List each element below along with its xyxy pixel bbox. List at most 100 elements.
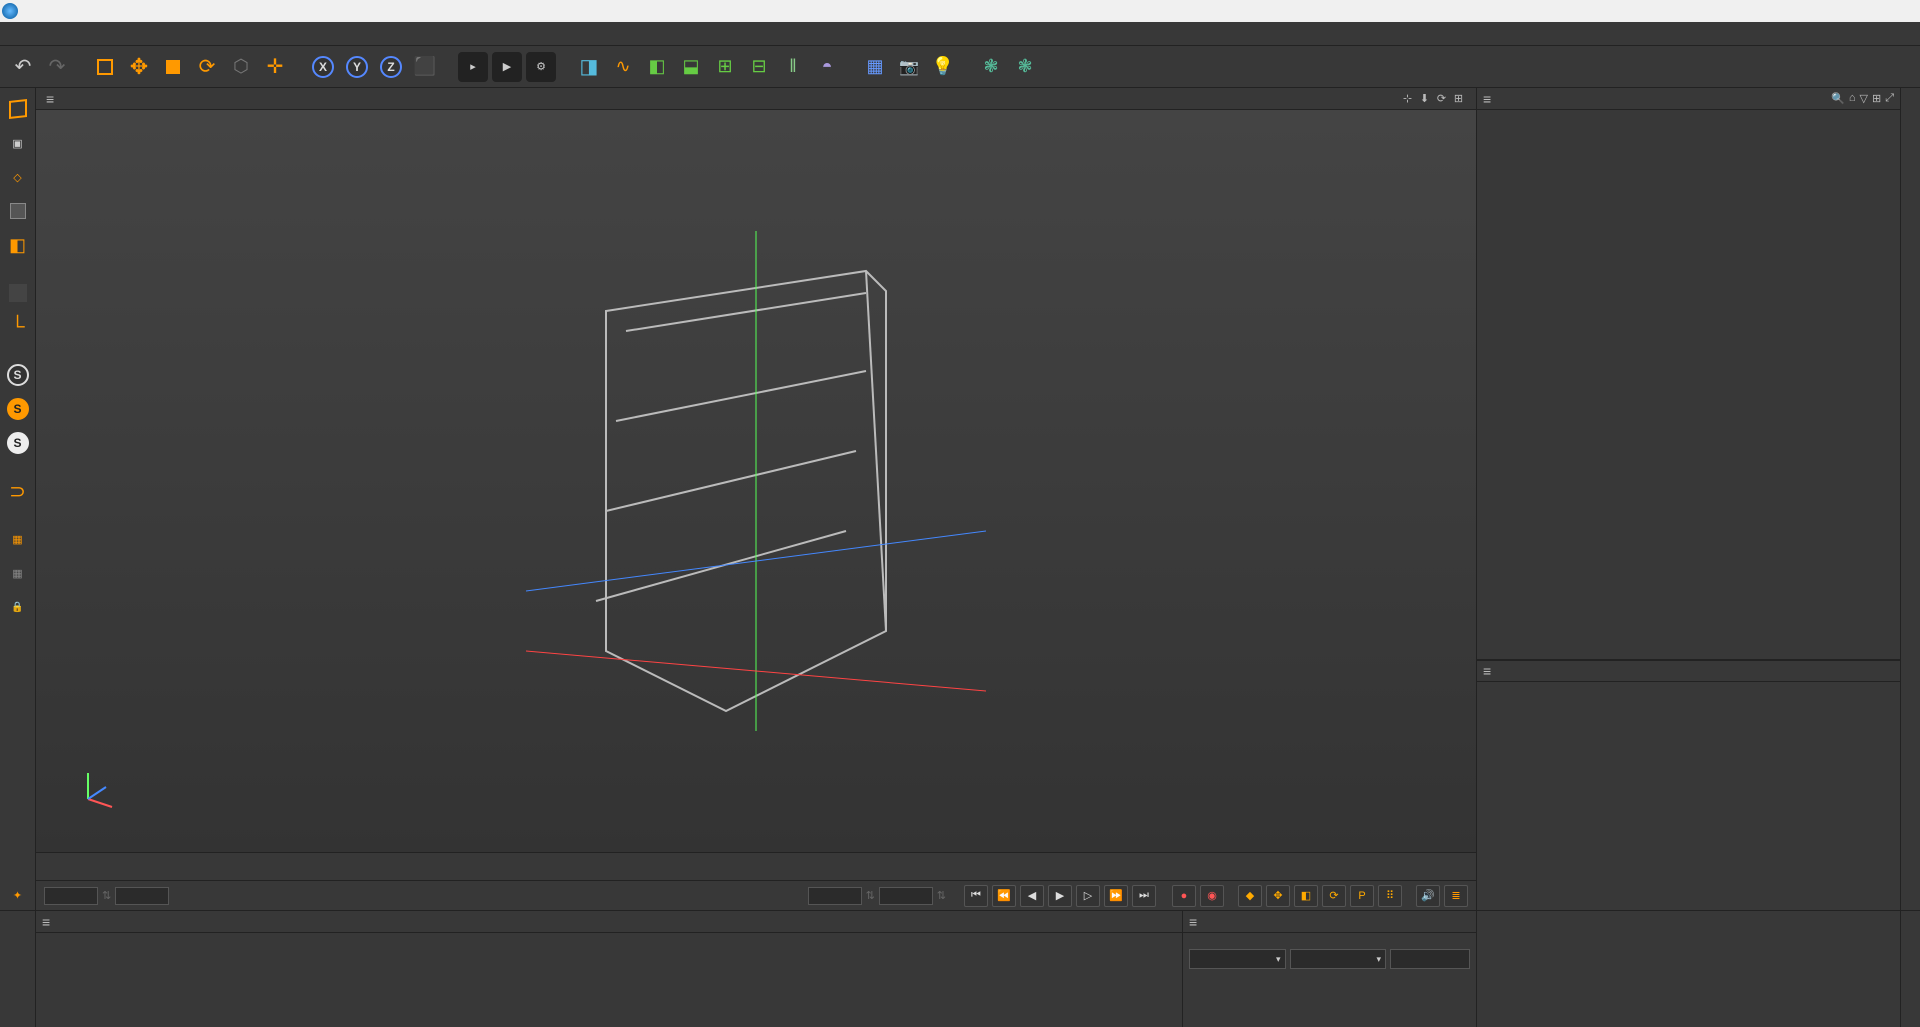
goto-end-button[interactable]: ⏭ <box>1132 885 1156 907</box>
render-settings-button[interactable]: ⚙ <box>526 52 556 82</box>
add-cube-button[interactable]: ◨ <box>574 52 604 82</box>
coord-mode-dropdown[interactable] <box>1290 949 1387 969</box>
objmgr-expand-icon[interactable]: ⤢ <box>1885 92 1894 105</box>
animation-mode-button[interactable]: ≣ <box>1444 885 1468 907</box>
redo-button[interactable]: ↷ <box>42 52 72 82</box>
frame-current-field[interactable] <box>115 887 169 905</box>
vp-btn-1[interactable]: ⊹ <box>1400 92 1415 105</box>
coord-space-dropdown[interactable] <box>1189 949 1286 969</box>
layermgr-menu-icon[interactable]: ≡ <box>1483 663 1491 679</box>
objmgr-eye-icon[interactable]: ▽ <box>1860 92 1868 105</box>
object-manager-menubar: ≡ 🔍 ⌂ ▽ ⊞ ⤢ <box>1477 88 1900 110</box>
side-tabs <box>1900 88 1920 910</box>
add-generator-button[interactable]: ◧ <box>642 52 672 82</box>
sound-button[interactable]: 🔊 <box>1416 885 1440 907</box>
main-menubar <box>0 22 1920 46</box>
prev-key-button[interactable]: ⏪ <box>992 885 1016 907</box>
add-volume-button[interactable]: ◓ <box>812 52 842 82</box>
frame-start-field[interactable] <box>44 887 98 905</box>
vp-btn-3[interactable]: ⟳ <box>1434 92 1449 105</box>
minimize-button[interactable] <box>1786 0 1830 22</box>
snap-toggle-3[interactable]: S <box>3 428 33 458</box>
vp-btn-4[interactable]: ⊞ <box>1451 92 1466 105</box>
add-light-button[interactable]: 💡 <box>928 52 958 82</box>
workplane-lock[interactable]: 🔒 <box>3 592 33 622</box>
timeline-ruler[interactable] <box>36 852 1476 880</box>
play-button[interactable]: ▶ <box>1048 885 1072 907</box>
magnet-button[interactable]: ⊃ <box>3 476 33 506</box>
transport-bar: ⇅ ⇅ ⇅ ⏮ ⏪ ◀ ▶ ▷ ⏩ ⏭ ● ◉ ◆ ✥ ◧ ⟳ P ⠿ <box>36 880 1476 910</box>
texture-mode[interactable]: ▣ <box>3 128 33 158</box>
add-mograph-button[interactable]: ⊟ <box>744 52 774 82</box>
point-mode[interactable] <box>3 196 33 226</box>
z-axis-toggle[interactable]: Z <box>376 52 406 82</box>
viewport-menu-icon[interactable]: ≡ <box>42 91 58 107</box>
rotate-tool[interactable]: ⟳ <box>192 52 222 82</box>
object-manager-tree[interactable] <box>1477 110 1900 660</box>
last-tool[interactable]: ⬡ <box>226 52 256 82</box>
material-manager: ≡ <box>36 911 1182 1027</box>
matmgr-menu-icon[interactable]: ≡ <box>42 914 50 930</box>
next-frame-button[interactable]: ▷ <box>1076 885 1100 907</box>
y-axis-toggle[interactable]: Y <box>342 52 372 82</box>
objmgr-plus-icon[interactable]: ⊞ <box>1872 92 1881 105</box>
app-icon <box>2 3 18 19</box>
maximize-button[interactable] <box>1830 0 1874 22</box>
record-button[interactable]: ● <box>1172 885 1196 907</box>
extra-tool[interactable]: ✦ <box>3 880 33 910</box>
move-tool[interactable]: ✥ <box>124 52 154 82</box>
select-tool[interactable] <box>90 52 120 82</box>
objmgr-filter-icon[interactable]: ⌂ <box>1849 92 1856 105</box>
script-1-button[interactable]: ❃ <box>976 52 1006 82</box>
frame-end-field[interactable] <box>808 887 862 905</box>
coord-apply-button[interactable] <box>1390 949 1470 969</box>
keyframe-sel-button[interactable]: ◆ <box>1238 885 1262 907</box>
edge-mode[interactable]: ◧ <box>3 230 33 260</box>
key-scale-button[interactable]: ◧ <box>1294 885 1318 907</box>
undo-button[interactable]: ↶ <box>8 52 38 82</box>
layer-header <box>1477 682 1900 700</box>
viewport-axis-gizmo <box>76 769 116 812</box>
objmgr-search-icon[interactable]: 🔍 <box>1831 92 1845 105</box>
layer-manager-menubar: ≡ <box>1477 660 1900 682</box>
add-field-button[interactable]: ⊞ <box>710 52 740 82</box>
coord-menu-icon[interactable]: ≡ <box>1189 914 1197 930</box>
objmgr-menu-icon[interactable]: ≡ <box>1483 91 1491 107</box>
coord-system-button[interactable]: ⬛ <box>410 52 440 82</box>
add-snap-button[interactable]: ‖ <box>778 52 808 82</box>
axis-mode[interactable]: └ <box>3 312 33 342</box>
render-picture-button[interactable]: ▶ <box>492 52 522 82</box>
model-mode[interactable] <box>3 94 33 124</box>
add-camera-button[interactable]: 📷 <box>894 52 924 82</box>
window-titlebar <box>0 0 1920 22</box>
add-spline-button[interactable]: ∿ <box>608 52 638 82</box>
polygon-mode[interactable] <box>3 278 33 308</box>
snap-toggle-1[interactable]: S <box>3 360 33 390</box>
locked-axis-tool[interactable]: ✛ <box>260 52 290 82</box>
key-rotate-button[interactable]: ⟳ <box>1322 885 1346 907</box>
key-move-button[interactable]: ✥ <box>1266 885 1290 907</box>
coordinates-panel: ≡ <box>1182 911 1476 1027</box>
autokey-button[interactable]: ◉ <box>1200 885 1224 907</box>
viewport-perspective[interactable] <box>36 110 1476 852</box>
viewport-menubar: ≡ ⊹ ⬇ ⟳ ⊞ <box>36 88 1476 110</box>
script-2-button[interactable]: ❃ <box>1010 52 1040 82</box>
add-floor-button[interactable]: ▦ <box>860 52 890 82</box>
workplane-grid-2[interactable]: ▦ <box>3 558 33 588</box>
frame-max-field[interactable] <box>879 887 933 905</box>
goto-start-button[interactable]: ⏮ <box>964 885 988 907</box>
main-toolbar: ↶ ↷ ✥ ⟳ ⬡ ✛ X Y Z ⬛ ▸ ▶ ⚙ ◨ ∿ ◧ ⬓ ⊞ ⊟ ‖ … <box>0 46 1920 88</box>
snap-toggle-2[interactable]: S <box>3 394 33 424</box>
key-pla-button[interactable]: ⠿ <box>1378 885 1402 907</box>
workplane-grid-1[interactable]: ▦ <box>3 524 33 554</box>
vp-btn-2[interactable]: ⬇ <box>1417 92 1432 105</box>
workplane-mode[interactable]: ◇ <box>3 162 33 192</box>
next-key-button[interactable]: ⏩ <box>1104 885 1128 907</box>
prev-frame-button[interactable]: ◀ <box>1020 885 1044 907</box>
add-deformer-button[interactable]: ⬓ <box>676 52 706 82</box>
close-button[interactable] <box>1874 0 1918 22</box>
key-param-button[interactable]: P <box>1350 885 1374 907</box>
scale-tool[interactable] <box>158 52 188 82</box>
x-axis-toggle[interactable]: X <box>308 52 338 82</box>
render-view-button[interactable]: ▸ <box>458 52 488 82</box>
